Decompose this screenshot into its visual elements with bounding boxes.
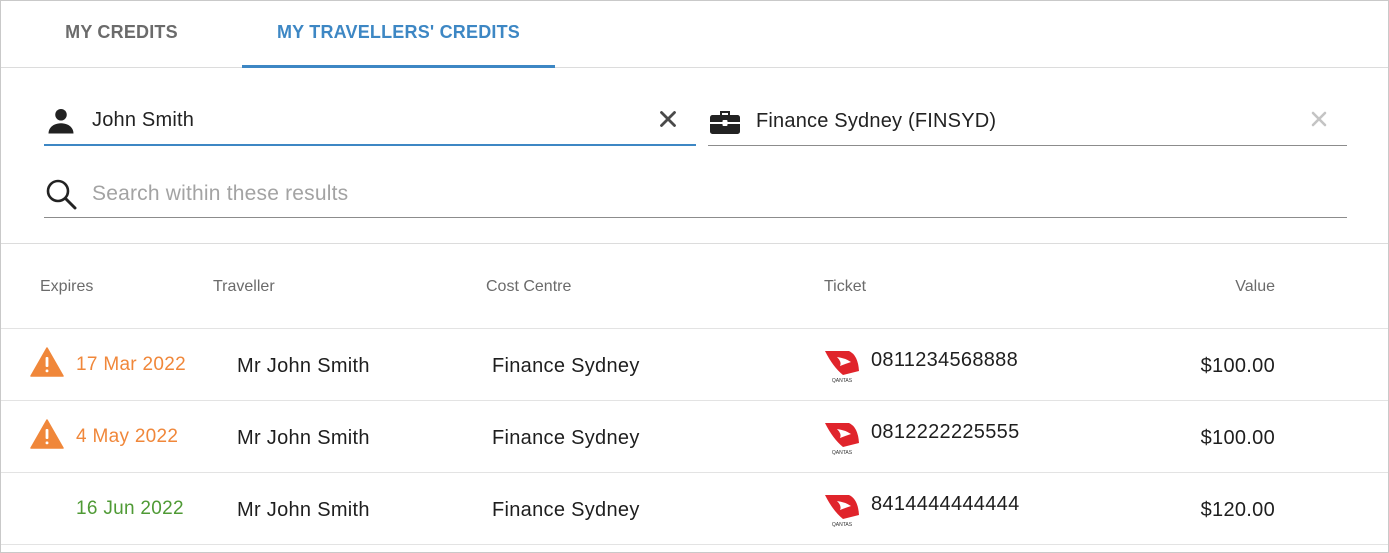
briefcase-icon [708,106,742,136]
expiry-date: 4 May 2022 [76,426,179,447]
expiry-date: 17 Mar 2022 [76,354,186,375]
table-bottom-divider [1,544,1388,545]
expiry-date: 16 Jun 2022 [76,498,184,519]
clear-traveller-button[interactable] [656,107,680,131]
column-header-cost-centre[interactable]: Cost Centre [486,278,571,296]
traveller-name: Mr John Smith [237,355,370,377]
qantas-logo-icon: QANTAS [825,351,859,383]
ticket-number: 0811234568888 [871,349,1019,371]
table-row[interactable]: 4 May 2022 Mr John Smith Finance Sydney … [1,400,1388,472]
traveller-name: Mr John Smith [237,427,370,449]
tab-bar: MY CREDITS MY TRAVELLERS' CREDITS [1,1,1388,68]
svg-text:QANTAS: QANTAS [832,522,853,527]
warning-icon [30,347,64,377]
column-header-expires[interactable]: Expires [40,278,93,296]
search-field [44,171,1347,218]
warning-icon [30,419,64,449]
search-input[interactable] [92,182,1292,206]
search-icon [44,178,78,210]
close-icon [1311,111,1327,127]
cost-centre-filter-field[interactable]: Finance Sydney (FINSYD) [708,97,1347,146]
cost-centre-filter-value: Finance Sydney (FINSYD) [756,109,997,132]
clear-cost-centre-button[interactable] [1307,107,1331,131]
column-header-traveller[interactable]: Traveller [213,278,275,296]
column-header-value[interactable]: Value [1235,278,1275,296]
qantas-logo-icon: QANTAS [825,495,859,527]
person-icon [44,106,78,136]
column-header-ticket[interactable]: Ticket [824,278,866,296]
credit-value: $120.00 [1200,499,1275,521]
cost-centre-name: Finance Sydney [492,499,640,521]
traveller-filter-field[interactable]: John Smith [44,97,696,146]
cost-centre-name: Finance Sydney [492,355,640,377]
ticket-number: 8414444444444 [871,493,1020,515]
credit-value: $100.00 [1200,355,1275,377]
tab-my-credits[interactable]: MY CREDITS [1,1,242,68]
tab-my-travellers-credits[interactable]: MY TRAVELLERS' CREDITS [242,1,555,68]
table-row[interactable]: 17 Mar 2022 Mr John Smith Finance Sydney… [1,328,1388,400]
traveller-name: Mr John Smith [237,499,370,521]
svg-text:QANTAS: QANTAS [832,450,853,455]
cost-centre-name: Finance Sydney [492,427,640,449]
svg-text:QANTAS: QANTAS [832,378,853,383]
table-row[interactable]: 16 Jun 2022 Mr John Smith Finance Sydney… [1,472,1388,544]
ticket-number: 0812222225555 [871,421,1020,443]
qantas-logo-icon: QANTAS [825,423,859,455]
section-divider [1,243,1388,244]
close-icon [660,111,676,127]
credits-panel: MY CREDITS MY TRAVELLERS' CREDITS John S… [0,0,1389,553]
credit-value: $100.00 [1200,427,1275,449]
traveller-filter-value: John Smith [92,109,195,131]
